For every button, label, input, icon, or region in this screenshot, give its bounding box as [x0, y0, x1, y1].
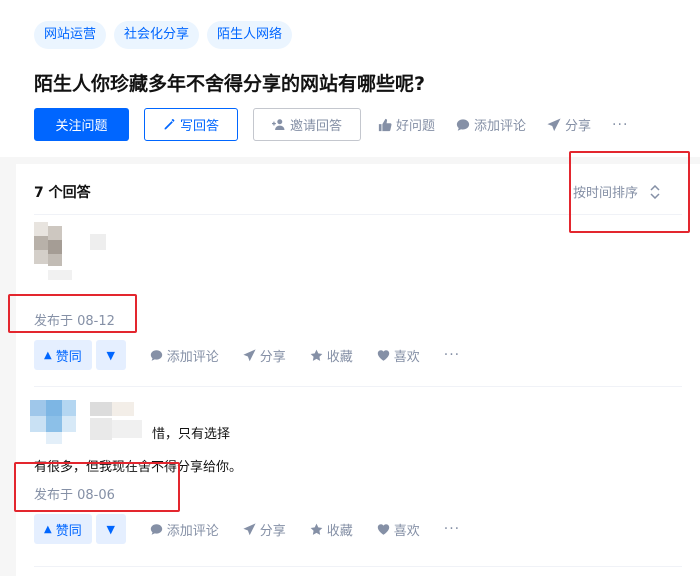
like-label: 喜欢 — [393, 523, 420, 539]
topic-tag[interactable]: 陌生人网络 — [207, 21, 293, 49]
star-icon — [310, 523, 323, 535]
upvote-label: 赞同 — [55, 349, 82, 365]
avatar — [34, 222, 106, 280]
comment-button[interactable]: 添加评论 — [150, 346, 219, 365]
comment-icon — [150, 349, 162, 361]
topic-tag[interactable]: 网站运营 — [34, 21, 107, 49]
answer-action-bar: ▲ 赞同 ▼ 添加评论 分享 收藏 喜欢 ··· — [34, 514, 460, 544]
add-user-icon — [271, 119, 285, 130]
share-button[interactable]: 分享 — [547, 115, 591, 134]
collect-label: 收藏 — [326, 523, 353, 539]
more-icon[interactable]: ··· — [444, 521, 460, 537]
thumbs-up-icon — [378, 118, 392, 131]
downvote-button[interactable]: ▼ — [95, 514, 126, 544]
paper-plane-icon — [243, 348, 256, 361]
share-button[interactable]: 分享 — [243, 520, 286, 539]
more-icon[interactable]: ··· — [612, 117, 628, 133]
like-label: 喜欢 — [393, 349, 420, 365]
triangle-up-icon: ▲ — [44, 349, 52, 361]
annotation-box — [14, 462, 180, 512]
star-icon — [310, 349, 323, 361]
comment-icon — [150, 523, 162, 535]
paper-plane-icon — [243, 522, 256, 535]
follow-question-button[interactable]: 关注问题 — [34, 108, 129, 141]
upvote-button[interactable]: ▲ 赞同 — [34, 514, 92, 544]
annotation-box — [569, 151, 690, 233]
invite-answer-label: 邀请回答 — [289, 119, 342, 134]
write-answer-button[interactable]: 写回答 — [144, 108, 238, 141]
more-icon[interactable]: ··· — [444, 347, 460, 363]
comment-icon — [456, 118, 470, 131]
share-button[interactable]: 分享 — [243, 346, 286, 365]
downvote-button[interactable]: ▼ — [95, 340, 126, 370]
like-button[interactable]: 喜欢 — [377, 346, 420, 365]
comment-label: 添加评论 — [166, 523, 219, 539]
share-label: 分享 — [565, 119, 592, 134]
answer-action-bar: ▲ 赞同 ▼ 添加评论 分享 收藏 喜欢 ··· — [34, 340, 460, 370]
question-actions: 关注问题 写回答 邀请回答 好问题 添加评论 分享 ··· — [34, 108, 628, 141]
answer-count: 7 个回答 — [34, 185, 91, 201]
divider — [34, 386, 682, 387]
collect-label: 收藏 — [326, 349, 353, 365]
comment-button[interactable]: 添加评论 — [150, 520, 219, 539]
annotation-box — [8, 294, 137, 333]
question-title[interactable]: 陌生人你珍藏多年不舍得分享的网站有哪些呢? — [34, 69, 425, 96]
topic-list: 网站运营 社会化分享 陌生人网络 — [34, 21, 293, 49]
share-label: 分享 — [259, 349, 286, 365]
triangle-down-icon: ▼ — [106, 522, 115, 536]
avatar — [30, 400, 142, 444]
pencil-icon — [164, 118, 175, 130]
collect-button[interactable]: 收藏 — [310, 520, 353, 539]
question-header: 网站运营 社会化分享 陌生人网络 陌生人你珍藏多年不舍得分享的网站有哪些呢? 关… — [0, 0, 700, 157]
invite-answer-button[interactable]: 邀请回答 — [253, 108, 361, 141]
divider — [34, 566, 682, 567]
comment-label: 添加评论 — [166, 349, 219, 365]
topic-tag[interactable]: 社会化分享 — [114, 21, 200, 49]
triangle-up-icon: ▲ — [44, 523, 52, 535]
triangle-down-icon: ▼ — [106, 348, 115, 362]
paper-plane-icon — [547, 117, 561, 131]
like-button[interactable]: 喜欢 — [377, 520, 420, 539]
good-question-button[interactable]: 好问题 — [378, 115, 435, 134]
heart-icon — [377, 523, 389, 535]
collect-button[interactable]: 收藏 — [310, 346, 353, 365]
add-comment-label: 添加评论 — [474, 119, 527, 134]
write-answer-label: 写回答 — [179, 119, 219, 134]
heart-icon — [377, 349, 389, 361]
add-comment-button[interactable]: 添加评论 — [456, 115, 526, 134]
share-label: 分享 — [259, 523, 286, 539]
good-question-label: 好问题 — [396, 119, 436, 134]
upvote-button[interactable]: ▲ 赞同 — [34, 340, 92, 370]
answer-author-headline: 惜，只有选择 — [152, 427, 231, 442]
upvote-label: 赞同 — [55, 523, 82, 539]
